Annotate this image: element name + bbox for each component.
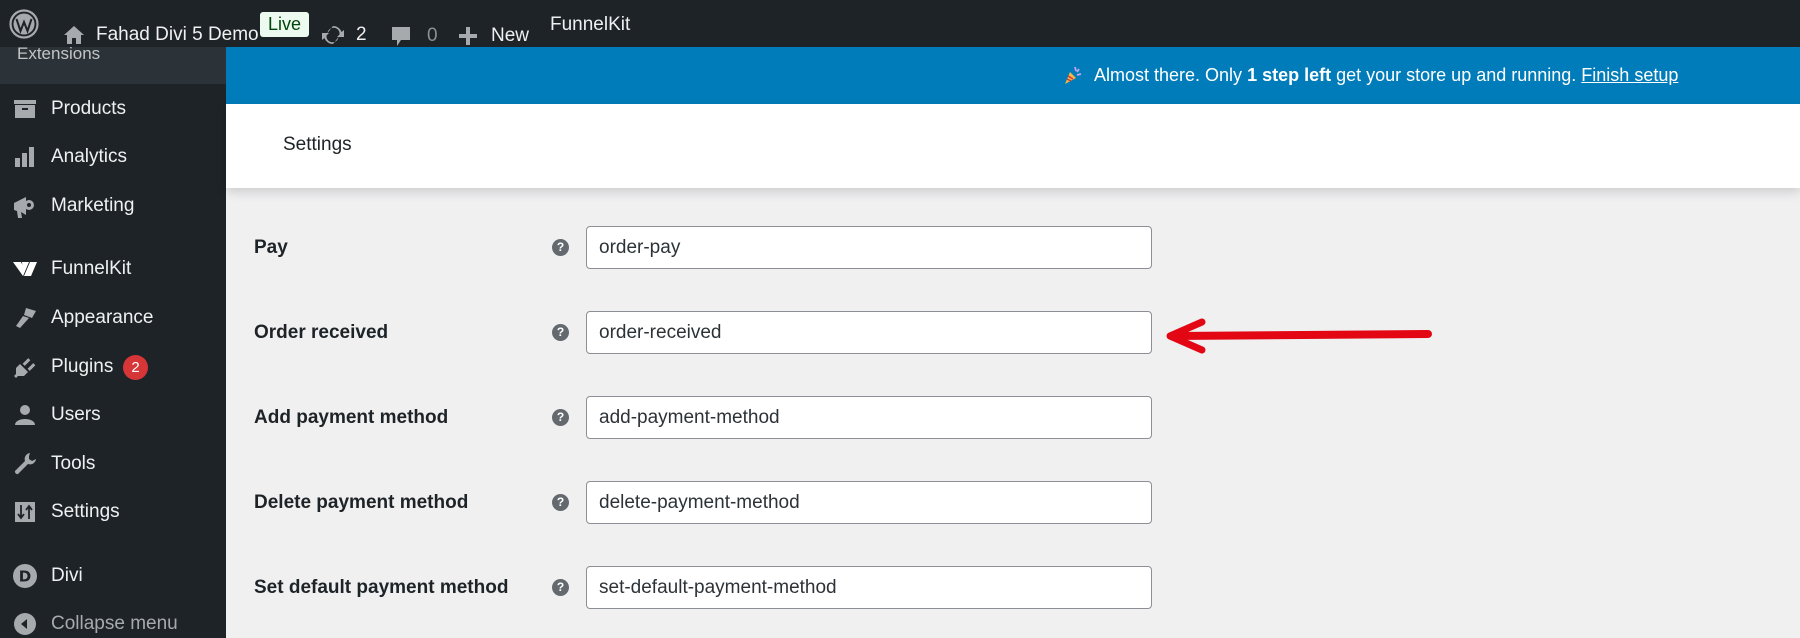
page-header: Settings — [226, 104, 1800, 188]
updates-count: 2 — [356, 23, 367, 45]
field-label: Delete payment method — [254, 492, 469, 513]
admin-sidebar: Extensions Products Analytics Marketing … — [0, 44, 226, 638]
sidebar-item-label: Extensions — [17, 44, 101, 63]
finish-setup-link[interactable]: Finish setup — [1581, 65, 1678, 86]
help-icon[interactable]: ? — [552, 579, 569, 596]
help-icon[interactable]: ? — [552, 239, 569, 256]
party-popper-icon — [1065, 66, 1082, 84]
annotation-arrow-icon — [1166, 318, 1432, 354]
sidebar-item-extensions[interactable]: Extensions — [0, 44, 226, 84]
live-status-badge[interactable]: Live — [260, 12, 310, 37]
sidebar-item-label: Settings — [51, 501, 120, 522]
collapse-icon — [12, 611, 38, 637]
new-label: New — [491, 24, 530, 46]
refresh-icon — [322, 25, 344, 44]
notice-text-after: get your store up and running. — [1336, 64, 1577, 85]
sidebar-item-marketing[interactable]: Marketing — [0, 184, 226, 228]
sidebar-item-settings[interactable]: Settings — [0, 490, 226, 534]
collapse-menu-button[interactable]: Collapse menu — [0, 602, 226, 638]
sidebar-item-label: Divi — [51, 565, 83, 586]
comment-icon — [392, 26, 410, 46]
sliders-icon — [12, 499, 38, 525]
sidebar-item-analytics[interactable]: Analytics — [0, 135, 226, 179]
page-title: Settings — [283, 134, 352, 155]
field-row-add-payment-method: Add payment method ? — [226, 396, 1800, 440]
help-icon[interactable]: ? — [552, 324, 569, 341]
field-label: Pay — [254, 237, 288, 258]
order-received-endpoint-input[interactable] — [586, 311, 1152, 354]
wrench-icon — [12, 451, 38, 477]
sidebar-item-label: Appearance — [51, 307, 154, 328]
comments-count: 0 — [427, 24, 438, 46]
setup-notice-message: Almost there. Only 1 step left get your … — [1062, 64, 1678, 86]
sidebar-item-label: Marketing — [51, 195, 135, 216]
sidebar-item-tools[interactable]: Tools — [0, 442, 226, 486]
sidebar-item-divi[interactable]: D Divi — [0, 554, 226, 598]
field-row-delete-payment-method: Delete payment method ? — [226, 481, 1800, 525]
user-icon — [12, 402, 38, 428]
home-icon — [64, 25, 84, 44]
site-name: Fahad Divi 5 Demo — [96, 23, 259, 45]
sidebar-item-products[interactable]: Products — [0, 87, 226, 131]
bar-chart-icon — [12, 144, 38, 170]
plus-icon — [459, 26, 477, 45]
sidebar-item-plugins[interactable]: Plugins 2 — [0, 345, 226, 389]
sidebar-item-label: Users — [51, 404, 101, 425]
setup-notice-banner: Almost there. Only 1 step left get your … — [226, 47, 1800, 104]
field-label: Order received — [254, 322, 389, 343]
paintbrush-icon — [12, 305, 38, 331]
add-payment-method-endpoint-input[interactable] — [586, 396, 1152, 439]
plug-icon — [12, 354, 38, 380]
sidebar-item-label: Analytics — [51, 146, 128, 167]
set-default-payment-method-endpoint-input[interactable] — [586, 566, 1152, 609]
sidebar-item-funnelkit[interactable]: FunnelKit — [0, 247, 226, 291]
wordpress-logo-icon[interactable] — [9, 9, 39, 39]
field-row-pay: Pay ? — [226, 226, 1800, 270]
divi-icon: D — [12, 563, 38, 589]
notice-text-bold: 1 step left — [1247, 64, 1332, 85]
notice-text-before: Almost there. Only — [1094, 64, 1243, 85]
plugins-update-badge: 2 — [123, 354, 148, 380]
field-label: Set default payment method — [254, 577, 509, 598]
sidebar-item-label: Products — [51, 98, 126, 119]
sidebar-item-label: Tools — [51, 453, 96, 474]
admin-bar: Fahad Divi 5 Demo Live 2 0 New FunnelKit — [0, 0, 1800, 47]
funnelkit-icon — [12, 256, 38, 282]
field-label: Add payment method — [254, 407, 449, 428]
delete-payment-method-endpoint-input[interactable] — [586, 481, 1152, 524]
sidebar-item-label: Plugins — [51, 356, 114, 377]
sidebar-item-label: Collapse menu — [51, 613, 178, 634]
sidebar-item-users[interactable]: Users — [0, 393, 226, 437]
pay-endpoint-input[interactable] — [586, 226, 1152, 269]
field-row-order-received: Order received ? — [226, 311, 1800, 355]
sidebar-item-label: FunnelKit — [51, 258, 132, 279]
megaphone-icon — [12, 193, 38, 219]
svg-text:D: D — [19, 568, 31, 586]
sidebar-item-appearance[interactable]: Appearance — [0, 296, 226, 340]
field-row-set-default-payment-method: Set default payment method ? — [226, 566, 1800, 610]
help-icon[interactable]: ? — [552, 409, 569, 426]
help-icon[interactable]: ? — [552, 494, 569, 511]
archive-icon — [12, 96, 38, 122]
funnelkit-adminbar-link[interactable]: FunnelKit — [550, 14, 630, 36]
